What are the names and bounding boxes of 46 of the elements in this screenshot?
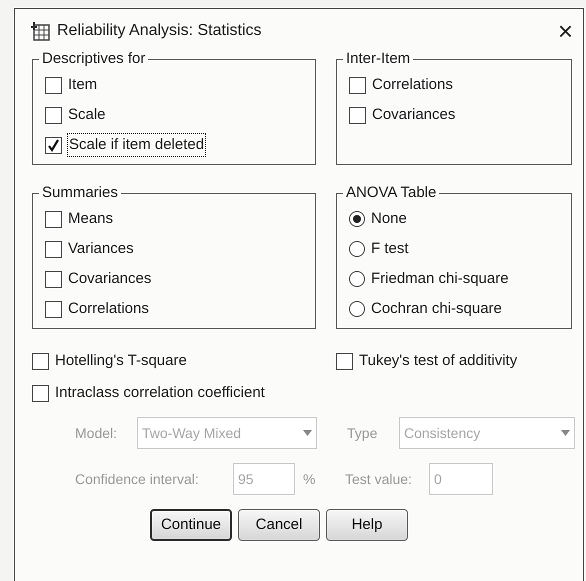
radio-button[interactable] <box>349 211 365 227</box>
option-label: Tukey's test of additivity <box>359 350 518 371</box>
option-label: Means <box>68 208 114 229</box>
option-label: Friedman chi-square <box>371 268 509 289</box>
caret-icon <box>561 430 570 436</box>
caret-icon <box>303 430 312 436</box>
radio-button[interactable] <box>349 241 365 257</box>
option-label: Item <box>68 74 98 95</box>
dialog-button[interactable]: Help <box>326 509 408 541</box>
checkbox[interactable] <box>45 300 62 318</box>
option-label: F test <box>371 238 409 259</box>
checkbox[interactable] <box>349 106 366 124</box>
checkbox[interactable] <box>32 352 49 370</box>
checkbox[interactable] <box>45 106 62 124</box>
field-label: Model: <box>75 424 118 442</box>
close-button[interactable]: × <box>552 18 579 44</box>
field-label: Confidence interval: <box>75 470 200 488</box>
option-label: Variances <box>68 238 134 259</box>
field-label: Type <box>347 424 378 443</box>
option-label: Covariances <box>68 268 152 289</box>
option-label: Covariances <box>372 104 456 125</box>
checkbox[interactable] <box>45 210 62 228</box>
dialog-button[interactable]: Cancel <box>238 509 320 541</box>
checkbox[interactable] <box>45 240 62 258</box>
option-label: Scale if item deleted <box>68 134 206 156</box>
field-label: % <box>303 470 316 488</box>
checkbox[interactable] <box>32 384 49 402</box>
option-label: Correlations <box>372 74 453 95</box>
radio-button[interactable] <box>349 271 365 287</box>
checkbox[interactable] <box>336 352 353 370</box>
option-label: Scale <box>68 104 106 125</box>
table-icon <box>29 20 51 42</box>
radio-button[interactable] <box>349 301 365 317</box>
dialog-button[interactable]: Continue <box>150 509 232 541</box>
checkbox[interactable] <box>45 76 62 94</box>
option-label: Correlations <box>68 298 149 319</box>
option-label: Intraclass correlation coefficient <box>55 382 265 403</box>
window-title: Reliability Analysis: Statistics <box>57 21 262 41</box>
option-label: Hotelling's T-square <box>55 350 187 371</box>
checkbox[interactable] <box>45 136 62 154</box>
checkbox[interactable] <box>349 76 366 94</box>
group-title: Descriptives for <box>39 50 148 68</box>
checkbox[interactable] <box>45 270 62 288</box>
option-label: Cochran chi-square <box>371 298 502 319</box>
field-label: Test value: <box>345 470 413 488</box>
option-label: None <box>371 208 407 229</box>
